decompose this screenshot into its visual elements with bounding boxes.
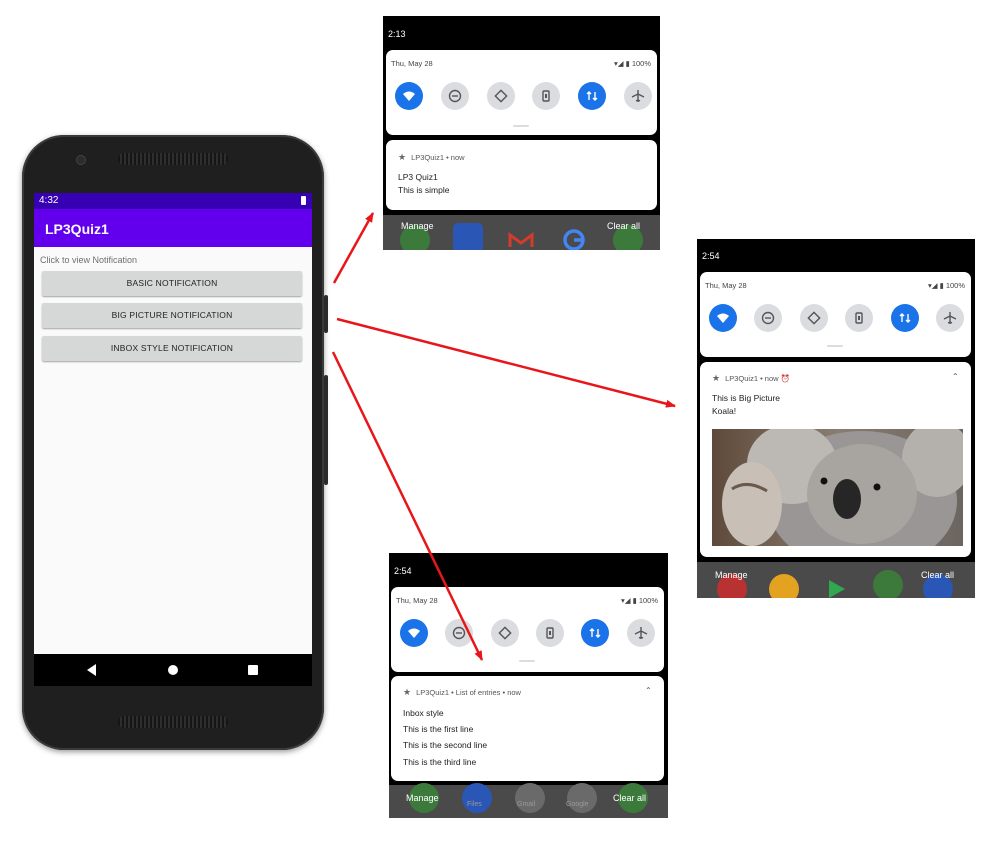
arrow-to-inbox	[331, 351, 484, 661]
arrow-to-basic	[332, 212, 375, 284]
arrows-overlay	[331, 212, 676, 661]
arrow-to-big-picture	[336, 317, 676, 408]
